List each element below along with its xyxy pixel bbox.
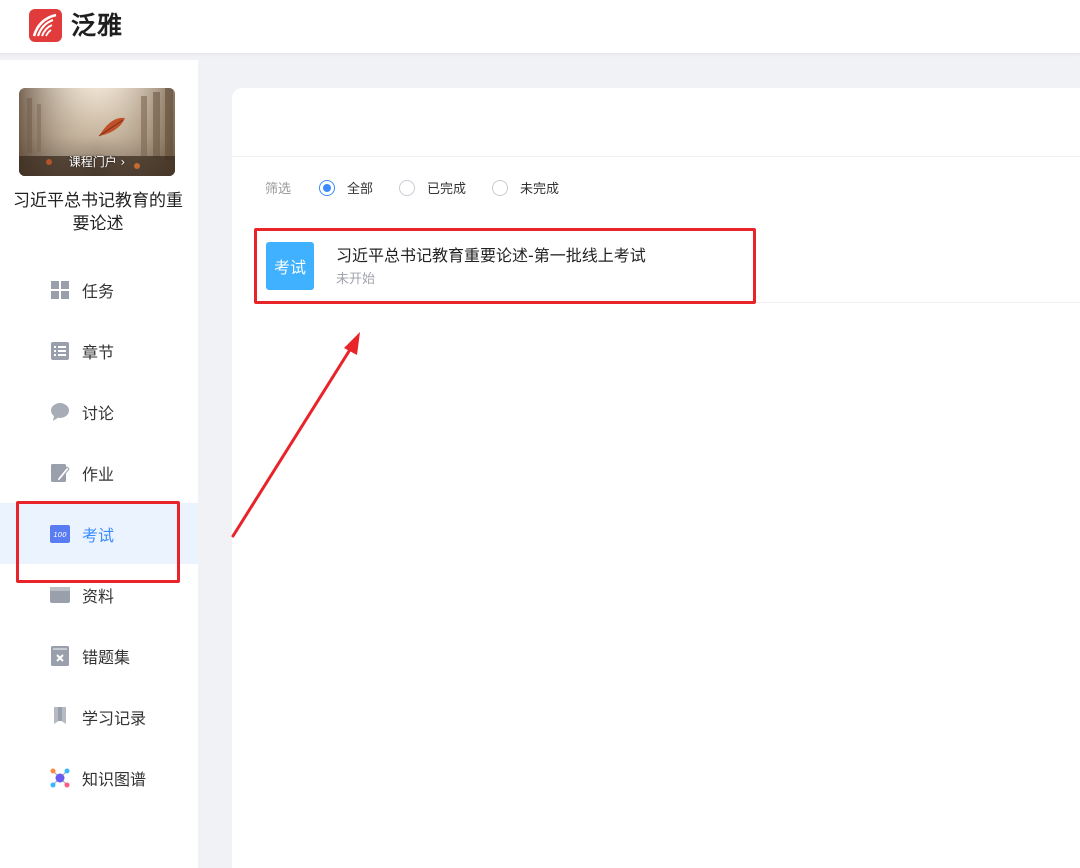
filter-option-label: 已完成 xyxy=(427,182,467,197)
wrong-set-icon xyxy=(50,645,70,666)
sidebar-item-label: 学习记录 xyxy=(82,708,147,728)
sidebar: 课程门户 › 习近平总书记教育的重要论述 任务 章节 讨论 作业 100 考试 … xyxy=(0,60,198,868)
course-title: 习近平总书记教育的重要论述 xyxy=(13,191,183,234)
radio-checked-icon[interactable] xyxy=(319,179,336,196)
filter-completed-radio[interactable]: 已完成 xyxy=(399,178,466,197)
filter-incomplete-radio[interactable]: 未完成 xyxy=(492,178,559,197)
exam-filter: 筛选 全部 已完成 未完成 xyxy=(265,178,585,197)
panel-divider xyxy=(232,156,1080,157)
sidebar-item-label: 章节 xyxy=(82,342,115,362)
sidebar-item-label: 知识图谱 xyxy=(82,769,147,789)
brand-name[interactable]: 泛雅 xyxy=(71,9,123,42)
sidebar-item-wrong-set[interactable]: 错题集 xyxy=(0,625,198,686)
annotation-box-exam-nav xyxy=(16,501,180,583)
sidebar-item-label: 错题集 xyxy=(82,647,131,667)
sidebar-item-knowledge-graph[interactable]: 知识图谱 xyxy=(0,747,198,808)
grid-icon xyxy=(50,280,70,300)
sidebar-item-homework[interactable]: 作业 xyxy=(0,442,198,503)
radio-unchecked-icon[interactable] xyxy=(399,179,416,196)
sidebar-item-tasks[interactable]: 任务 xyxy=(0,259,198,320)
sidebar-item-chapters[interactable]: 章节 xyxy=(0,320,198,381)
sidebar-item-label: 讨论 xyxy=(82,403,115,423)
filter-all-radio[interactable]: 全部 xyxy=(319,178,373,197)
filter-option-label: 全部 xyxy=(347,182,374,197)
bookmark-icon xyxy=(50,706,70,727)
folder-icon xyxy=(50,585,70,605)
sidebar-item-label: 作业 xyxy=(82,464,115,484)
course-portal-link[interactable]: 课程门户 › xyxy=(19,153,175,170)
knowledge-graph-icon xyxy=(50,768,70,788)
main-panel: 筛选 全部 已完成 未完成 考试 习近平总书记教育重要论述-第一批线上考试 未开… xyxy=(232,88,1080,868)
sidebar-item-study-record[interactable]: 学习记录 xyxy=(0,686,198,747)
annotation-box-exam-item xyxy=(254,228,756,304)
sidebar-item-label: 资料 xyxy=(82,586,115,606)
radio-unchecked-icon[interactable] xyxy=(492,179,509,196)
filter-label: 筛选 xyxy=(265,182,292,197)
chaoxing-logo-icon[interactable] xyxy=(29,9,62,42)
course-cover[interactable]: 课程门户 › xyxy=(19,88,175,176)
chat-bubble-icon xyxy=(50,402,70,422)
top-header: 泛雅 xyxy=(0,0,1080,54)
list-icon xyxy=(50,341,70,361)
sidebar-item-discussion[interactable]: 讨论 xyxy=(0,381,198,442)
filter-option-label: 未完成 xyxy=(520,182,560,197)
edit-doc-icon xyxy=(50,463,70,483)
sidebar-item-label: 任务 xyxy=(82,281,115,301)
